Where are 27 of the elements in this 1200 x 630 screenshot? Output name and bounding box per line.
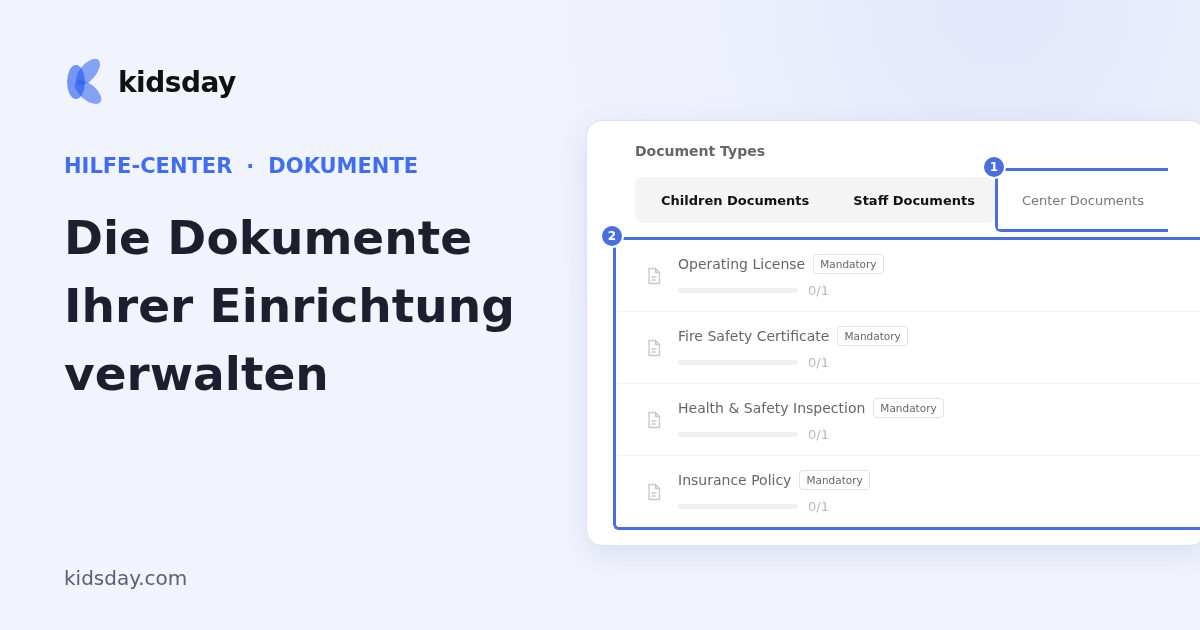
document-name: Health & Safety Inspection [678,399,866,416]
progress-count: 0/1 [808,498,829,514]
breadcrumb-item: DOKUMENTE [268,154,419,178]
mandatory-tag: Mandatory [799,469,870,490]
mandatory-tag: Mandatory [837,325,908,346]
document-icon [646,410,662,429]
document-name: Insurance Policy [678,471,792,488]
breadcrumb-item: HILFE-CENTER [64,154,233,178]
document-icon [646,338,662,357]
brand-name: kidsday [118,65,236,99]
document-name: Operating License [678,255,806,272]
document-name: Fire Safety Certificate [678,327,830,344]
callout-number: 1 [981,155,1006,179]
document-icon [646,482,662,501]
mandatory-tag: Mandatory [813,253,884,274]
breadcrumb-separator: · [246,154,255,178]
document-icon [646,266,662,285]
headline: Die Dokumente Ihrer Einrichtung verwalten [64,209,516,403]
progress-count: 0/1 [808,426,829,442]
progress-count: 0/1 [808,354,829,370]
tab[interactable]: Children Documents [637,177,830,223]
progress-count: 0/1 [808,282,829,298]
website-url: kidsday.com [64,566,189,590]
mandatory-tag: Mandatory [873,397,944,418]
section-title: Document Types [635,143,766,159]
callout-number: 2 [600,224,624,248]
tab[interactable]: Staff Documents [829,177,995,223]
